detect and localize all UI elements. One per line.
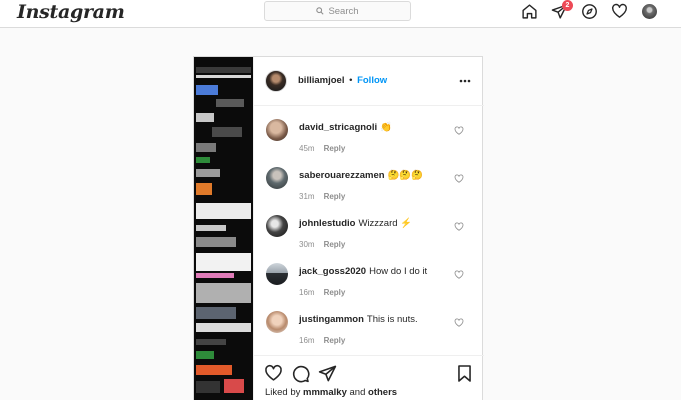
explore-compass-icon[interactable] xyxy=(581,3,598,20)
comment-body: jack_goss2020 How do I do it xyxy=(299,266,427,277)
comment-avatar[interactable] xyxy=(266,263,288,285)
activity-heart-icon[interactable] xyxy=(611,3,628,20)
search-input[interactable]: Search xyxy=(264,1,411,21)
comment-item: justingammon This is nuts. 16m Reply xyxy=(254,311,484,357)
comment-text: Wizzzard ⚡ xyxy=(358,218,412,229)
comment-body: saberouarezzamen 🤔🤔🤔 xyxy=(299,170,423,181)
top-navigation-bar: Instagram Search 2 xyxy=(0,0,681,28)
comment-username[interactable]: justingammon xyxy=(299,314,364,325)
comment-body: johnlestudio Wizzzard ⚡ xyxy=(299,218,412,229)
post-header-text: billiamjoel • Follow xyxy=(298,75,387,86)
comment-avatar[interactable] xyxy=(266,311,288,333)
comment-time[interactable]: 30m xyxy=(299,240,315,249)
post-media-image[interactable] xyxy=(194,57,253,400)
liked-by-conj: and xyxy=(349,387,366,398)
post-sidebar: billiamjoel • Follow david_stricagnoli 👏 … xyxy=(253,57,484,400)
reply-button[interactable]: Reply xyxy=(324,144,346,153)
like-comment-heart-icon[interactable] xyxy=(454,318,464,328)
comment-item: saberouarezzamen 🤔🤔🤔 31m Reply xyxy=(254,167,484,213)
search-placeholder: Search xyxy=(328,5,359,17)
comment-avatar[interactable] xyxy=(266,167,288,189)
comment-meta: 30m Reply xyxy=(299,240,345,249)
like-heart-icon[interactable] xyxy=(264,364,283,383)
comment-username[interactable]: saberouarezzamen xyxy=(299,170,385,181)
reply-button[interactable]: Reply xyxy=(324,240,346,249)
instagram-logo[interactable]: Instagram xyxy=(17,1,125,23)
comment-time[interactable]: 16m xyxy=(299,336,315,345)
comment-username[interactable]: johnlestudio xyxy=(299,218,355,229)
comment-bubble-icon[interactable] xyxy=(291,364,310,383)
reply-button[interactable]: Reply xyxy=(324,336,346,345)
comment-item: david_stricagnoli 👏 45m Reply xyxy=(254,119,484,165)
comment-username[interactable]: david_stricagnoli xyxy=(299,122,377,133)
comment-body: justingammon This is nuts. xyxy=(299,314,418,325)
home-icon[interactable] xyxy=(521,3,538,20)
header-separator: • xyxy=(349,75,353,86)
comment-text: 🤔🤔🤔 xyxy=(387,170,424,181)
profile-avatar[interactable] xyxy=(642,4,657,19)
comment-meta: 31m Reply xyxy=(299,192,345,201)
comment-item: johnlestudio Wizzzard ⚡ 30m Reply xyxy=(254,215,484,261)
like-comment-heart-icon[interactable] xyxy=(454,174,464,184)
comment-time[interactable]: 16m xyxy=(299,288,315,297)
comment-text: This is nuts. xyxy=(366,314,418,325)
post-header: billiamjoel • Follow xyxy=(254,57,484,106)
author-username[interactable]: billiamjoel xyxy=(298,75,344,86)
liked-by-user[interactable]: mmmalky xyxy=(303,387,347,398)
more-options-icon[interactable] xyxy=(457,73,473,89)
liked-by-text: Liked by mmmalky and others xyxy=(265,387,397,398)
follow-button[interactable]: Follow xyxy=(357,75,387,86)
comment-item: jack_goss2020 How do I do it 16m Reply xyxy=(254,263,484,309)
post-card: billiamjoel • Follow david_stricagnoli 👏 … xyxy=(193,56,484,400)
comment-text: How do I do it xyxy=(369,266,428,277)
comment-text: 👏 xyxy=(380,122,392,133)
like-comment-heart-icon[interactable] xyxy=(454,270,464,280)
comment-username[interactable]: jack_goss2020 xyxy=(299,266,366,277)
comment-meta: 16m Reply xyxy=(299,288,345,297)
like-comment-heart-icon[interactable] xyxy=(454,222,464,232)
comment-time[interactable]: 45m xyxy=(299,144,315,153)
save-bookmark-icon[interactable] xyxy=(455,364,474,383)
comment-avatar[interactable] xyxy=(266,215,288,237)
post-actions-bar: Liked by mmmalky and others xyxy=(254,355,484,400)
author-avatar[interactable] xyxy=(265,70,287,92)
search-icon xyxy=(316,7,325,15)
comment-meta: 45m Reply xyxy=(299,144,345,153)
like-comment-heart-icon[interactable] xyxy=(454,126,464,136)
reply-button[interactable]: Reply xyxy=(324,288,346,297)
comment-meta: 16m Reply xyxy=(299,336,345,345)
comment-body: david_stricagnoli 👏 xyxy=(299,122,392,133)
share-paper-plane-icon[interactable] xyxy=(318,364,337,383)
reply-button[interactable]: Reply xyxy=(324,192,346,201)
comment-time[interactable]: 31m xyxy=(299,192,315,201)
liked-by-others[interactable]: others xyxy=(368,387,397,398)
messages-badge: 2 xyxy=(562,0,573,11)
liked-by-prefix: Liked by xyxy=(265,387,301,398)
comment-avatar[interactable] xyxy=(266,119,288,141)
